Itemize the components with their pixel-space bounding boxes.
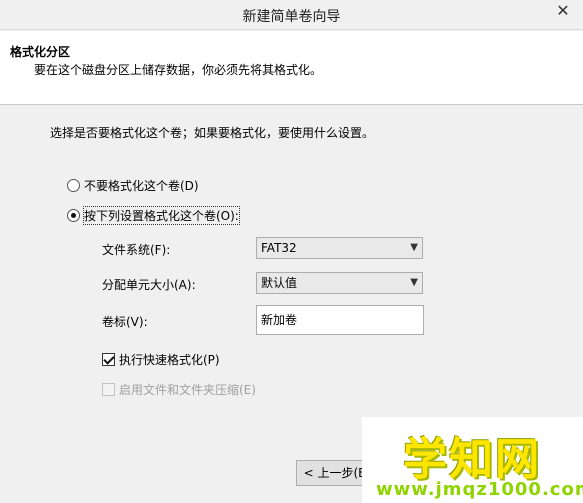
radio-no-format[interactable]: 不要格式化这个卷(D): [67, 177, 199, 194]
filesystem-select[interactable]: FAT32 ▼: [256, 237, 423, 259]
filesystem-value: FAT32: [261, 241, 297, 255]
volume-label-label: 卷标(V):: [102, 315, 148, 329]
close-icon[interactable]: ✕: [543, 0, 583, 24]
filesystem-label: 文件系统(F):: [102, 243, 171, 257]
compression-label: 启用文件和文件夹压缩(E): [119, 383, 256, 397]
radio-button[interactable]: [67, 179, 80, 192]
chevron-down-icon: ▼: [410, 242, 418, 253]
compression-checkbox: 启用文件和文件夹压缩(E): [102, 381, 256, 398]
watermark-main-text: 学知网: [403, 434, 541, 485]
radio-format[interactable]: 按下列设置格式化这个卷(O):: [67, 206, 240, 225]
allocation-value: 默认值: [261, 276, 298, 290]
watermark-logo: 学知网 www.jmqz1000.com: [362, 417, 583, 503]
title-bar: 新建简单卷向导 ✕: [0, 0, 583, 30]
watermark-url: www.jmqz1000.com: [376, 479, 583, 500]
window-title: 新建简单卷向导: [242, 9, 341, 25]
radio-button-selected[interactable]: [67, 209, 80, 222]
page-title: 格式化分区: [10, 45, 71, 59]
radio-no-format-label: 不要格式化这个卷(D): [84, 179, 199, 193]
quick-format-label: 执行快速格式化(P): [119, 353, 220, 367]
volume-label-input[interactable]: 新加卷: [256, 305, 424, 335]
page-subtitle: 要在这个磁盘分区上储存数据，你必须先将其格式化。: [34, 63, 323, 77]
allocation-select[interactable]: 默认值 ▼: [256, 272, 423, 294]
intro-text: 选择是否要格式化这个卷；如果要格式化，要使用什么设置。: [50, 126, 375, 140]
radio-format-label: 按下列设置格式化这个卷(O):: [83, 206, 240, 225]
checkbox-checked[interactable]: [102, 353, 115, 366]
chevron-down-icon: ▼: [410, 277, 418, 288]
wizard-header: 格式化分区 要在这个磁盘分区上储存数据，你必须先将其格式化。: [0, 31, 583, 105]
quick-format-checkbox[interactable]: 执行快速格式化(P): [102, 351, 220, 368]
checkbox-disabled: [102, 383, 115, 396]
allocation-label: 分配单元大小(A):: [102, 278, 196, 292]
